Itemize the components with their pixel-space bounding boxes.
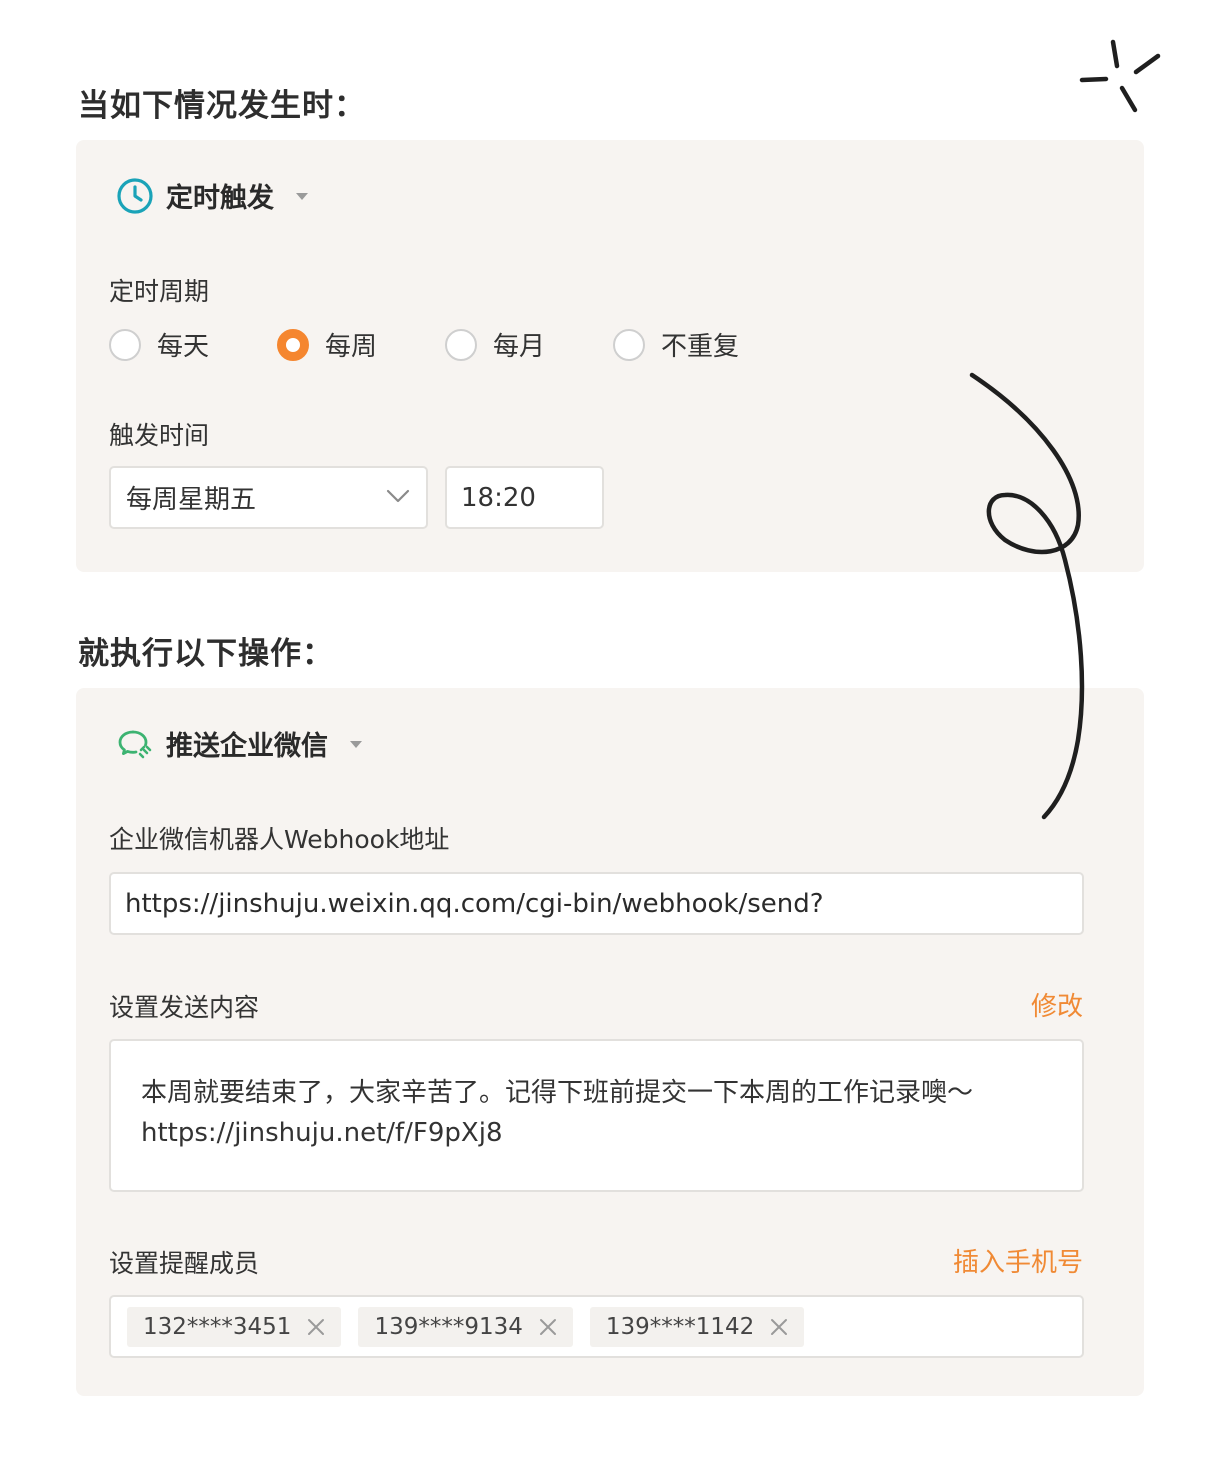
- member-tag-label: 132****3451: [143, 1313, 292, 1340]
- radio-once-label: 不重复: [661, 332, 740, 362]
- webhook-input[interactable]: https://jinshuju.weixin.qq.com/cgi-bin/w…: [109, 872, 1084, 935]
- period-radio-group: 每天 每周 每月 不重复: [109, 326, 781, 363]
- clock-icon: [117, 177, 153, 214]
- members-label: 设置提醒成员: [109, 1249, 260, 1278]
- radio-daily-label: 每天: [157, 332, 210, 362]
- action-panel: 推送企业微信 企业微信机器人Webhook地址 https://jinshuju…: [76, 688, 1144, 1396]
- edit-content-link[interactable]: 修改: [1031, 986, 1083, 1023]
- member-tag: 139****9134: [358, 1306, 573, 1347]
- members-input[interactable]: 132****3451 139****9134 139****1142: [109, 1295, 1084, 1358]
- trigger-type-label: 定时触发: [166, 183, 274, 214]
- time-input[interactable]: 18:20: [445, 466, 604, 529]
- radio-daily-circle[interactable]: [109, 328, 141, 361]
- content-line-1: 本周就要结束了，大家辛苦了。记得下班前提交一下本周的工作记录噢～: [141, 1078, 974, 1108]
- period-label: 定时周期: [109, 277, 210, 306]
- radio-monthly-circle[interactable]: [445, 328, 477, 361]
- action-type-dropdown[interactable]: 推送企业微信: [116, 724, 362, 763]
- caret-down-icon: [350, 741, 362, 748]
- sparkle-icon: [1079, 39, 1161, 113]
- wechat-work-icon: [118, 730, 152, 758]
- close-icon[interactable]: [307, 1318, 325, 1336]
- chevron-down-icon: [386, 489, 410, 503]
- content-line-2: https://jinshuju.net/f/F9pXj8: [141, 1118, 503, 1148]
- content-textarea[interactable]: 本周就要结束了，大家辛苦了。记得下班前提交一下本周的工作记录噢～ https:/…: [109, 1039, 1084, 1192]
- caret-down-icon: [296, 193, 308, 200]
- member-tag-label: 139****9134: [374, 1313, 523, 1340]
- day-select-value: 每周星期五: [126, 485, 257, 515]
- member-tag-label: 139****1142: [605, 1313, 755, 1340]
- close-icon[interactable]: [539, 1318, 557, 1336]
- close-icon[interactable]: [770, 1318, 788, 1336]
- radio-weekly[interactable]: 每周: [277, 326, 445, 363]
- time-input-value: 18:20: [461, 482, 536, 513]
- radio-weekly-label: 每周: [325, 332, 378, 362]
- trigger-type-dropdown[interactable]: 定时触发: [116, 176, 308, 215]
- day-select[interactable]: 每周星期五: [109, 466, 428, 529]
- webhook-label: 企业微信机器人Webhook地址: [109, 825, 450, 854]
- radio-once[interactable]: 不重复: [613, 326, 781, 363]
- radio-monthly[interactable]: 每月: [445, 326, 613, 363]
- radio-monthly-label: 每月: [493, 332, 546, 362]
- trigger-section-title: 当如下情况发生时：: [78, 88, 366, 124]
- action-type-label: 推送企业微信: [166, 731, 328, 762]
- member-tag: 132****3451: [127, 1306, 342, 1347]
- trigger-panel: 定时触发 定时周期 每天 每周 每月 不重复 触发时间 每周星期五 18:20: [76, 140, 1144, 572]
- radio-weekly-circle[interactable]: [277, 328, 309, 361]
- trigger-time-label: 触发时间: [109, 421, 210, 450]
- radio-daily[interactable]: 每天: [109, 326, 277, 363]
- radio-once-circle[interactable]: [613, 328, 645, 361]
- content-label: 设置发送内容: [109, 993, 260, 1022]
- member-tag: 139****1142: [589, 1306, 805, 1347]
- insert-phone-link[interactable]: 插入手机号: [953, 1242, 1083, 1279]
- action-section-title: 就执行以下操作：: [78, 636, 334, 672]
- webhook-input-value: https://jinshuju.weixin.qq.com/cgi-bin/w…: [125, 888, 824, 919]
